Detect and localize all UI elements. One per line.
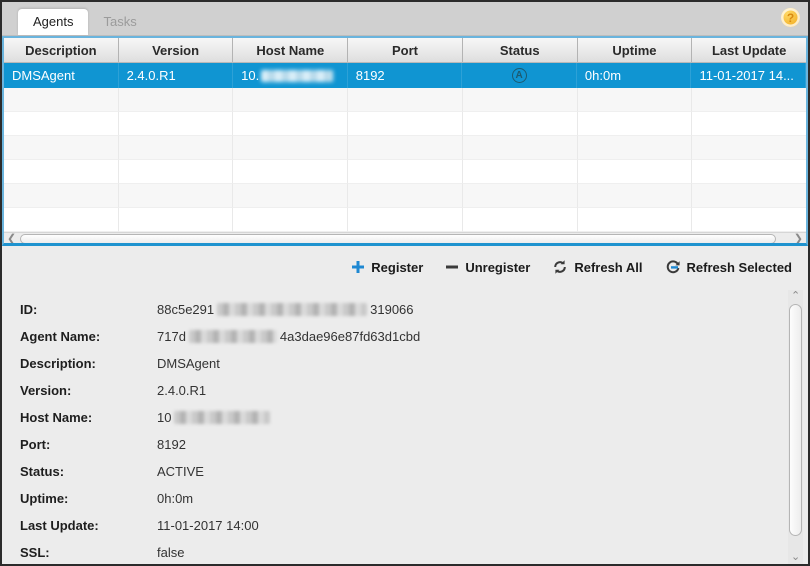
table-row-selected[interactable]: DMSAgent 2.4.0.R1 10. 8192 A 0h:0m 11-01… [4, 63, 806, 88]
detail-row: Description: DMSAgent [20, 350, 808, 377]
table-row [4, 136, 806, 160]
header-cell-status[interactable]: Status [463, 38, 578, 62]
detail-label: Uptime: [20, 491, 69, 506]
detail-value: 8192 [157, 437, 186, 452]
refresh-selected-icon [666, 260, 680, 274]
detail-value: 0h:0m [157, 491, 194, 506]
detail-label: Version: [20, 383, 72, 398]
detail-row: SSL: false [20, 539, 808, 564]
cell-version: 2.4.0.R1 [119, 63, 234, 88]
detail-label: Status: [20, 464, 65, 479]
header-cell-version[interactable]: Version [119, 38, 234, 62]
detail-row: Version: 2.4.0.R1 [20, 377, 808, 404]
detail-row: Last Update: 11-01-2017 14:00 [20, 512, 808, 539]
tab-bar: Agents Tasks ? [2, 2, 808, 36]
detail-label: Description: [20, 356, 96, 371]
cell-uptime: 0h:0m [577, 63, 692, 88]
table-row [4, 184, 806, 208]
redacted-blur [188, 330, 277, 343]
header-cell-last-update[interactable]: Last Update [692, 38, 806, 62]
detail-label: Agent Name: [20, 329, 101, 344]
detail-label: SSL: [20, 545, 50, 560]
cell-port: 8192 [348, 63, 463, 88]
detail-row: ID: 88c5e291 319066 [20, 296, 808, 323]
agent-manager-window: Agents Tasks ? Description Version Host … [0, 0, 810, 566]
scroll-up-icon[interactable]: ⌃ [791, 291, 800, 302]
tab-tasks[interactable]: Tasks [88, 9, 151, 35]
cell-description: DMSAgent [4, 63, 119, 88]
scroll-left-icon[interactable]: ❮ [7, 234, 16, 244]
tab-agents-label: Agents [33, 14, 74, 29]
detail-label: Port: [20, 437, 51, 452]
horizontal-scrollbar[interactable]: ❮ ❯ [4, 232, 806, 244]
scroll-down-icon[interactable]: ⌄ [791, 552, 800, 563]
detail-row: Status: ACTIVE [20, 458, 808, 485]
header-cell-uptime[interactable]: Uptime [578, 38, 693, 62]
detail-label: Last Update: [20, 518, 99, 533]
cell-status: A [462, 63, 577, 88]
detail-value: 2.4.0.R1 [157, 383, 207, 398]
status-active-icon: A [511, 68, 527, 83]
detail-label: Host Name: [20, 410, 93, 425]
refresh-all-button[interactable]: Refresh All [552, 259, 643, 275]
redacted-blur [174, 411, 271, 424]
table-row [4, 208, 806, 232]
table-header: Description Version Host Name Port Statu… [4, 38, 806, 63]
detail-value: 88c5e291 319066 [157, 302, 414, 317]
detail-value: false [157, 545, 185, 560]
detail-label: ID: [20, 302, 38, 317]
tab-agents[interactable]: Agents [18, 9, 89, 35]
refresh-icon [554, 260, 567, 274]
plus-icon [352, 261, 365, 273]
redacted-blur [217, 303, 368, 316]
detail-value: 10 [157, 410, 273, 425]
detail-value: ACTIVE [157, 464, 204, 479]
detail-value: 11-01-2017 14:00 [157, 518, 259, 533]
detail-row: Agent Name: 717d 4a3dae96e87fd63d1cbd [20, 323, 808, 350]
refresh-selected-button[interactable]: Refresh Selected [665, 259, 792, 275]
header-cell-host-name[interactable]: Host Name [233, 38, 349, 62]
horizontal-scrollbar-thumb[interactable] [20, 234, 776, 243]
agent-details-panel: ID: 88c5e291 319066 Agent Name: 717d 4a3da… [2, 288, 808, 564]
detail-row: Uptime: 0h:0m [20, 485, 808, 512]
scroll-right-icon[interactable]: ❯ [794, 234, 803, 244]
table-row [4, 88, 806, 112]
vertical-scrollbar-thumb[interactable] [789, 304, 802, 536]
vertical-scrollbar[interactable]: ⌃ ⌄ [788, 290, 803, 564]
cell-host-name: 10. [233, 63, 348, 88]
detail-value: 717d 4a3dae96e87fd63d1cbd [157, 329, 421, 344]
agent-toolbar: Register Unregister Refresh All Refresh … [2, 246, 808, 288]
header-cell-port[interactable]: Port [348, 38, 463, 62]
redacted-blur [261, 69, 334, 82]
table-row [4, 160, 806, 184]
detail-row: Port: 8192 [20, 431, 808, 458]
tab-tasks-label: Tasks [103, 14, 137, 29]
agents-table: Description Version Host Name Port Statu… [2, 36, 808, 246]
detail-value: DMSAgent [157, 356, 220, 371]
cell-last-update: 11-01-2017 14... [691, 63, 806, 88]
unregister-button[interactable]: Unregister [445, 260, 530, 275]
minus-icon [446, 265, 459, 269]
table-row [4, 112, 806, 136]
help-icon[interactable]: ? [781, 8, 800, 27]
detail-row: Host Name: 10 [20, 404, 808, 431]
header-cell-description[interactable]: Description [4, 38, 119, 62]
register-button[interactable]: Register [351, 260, 423, 275]
